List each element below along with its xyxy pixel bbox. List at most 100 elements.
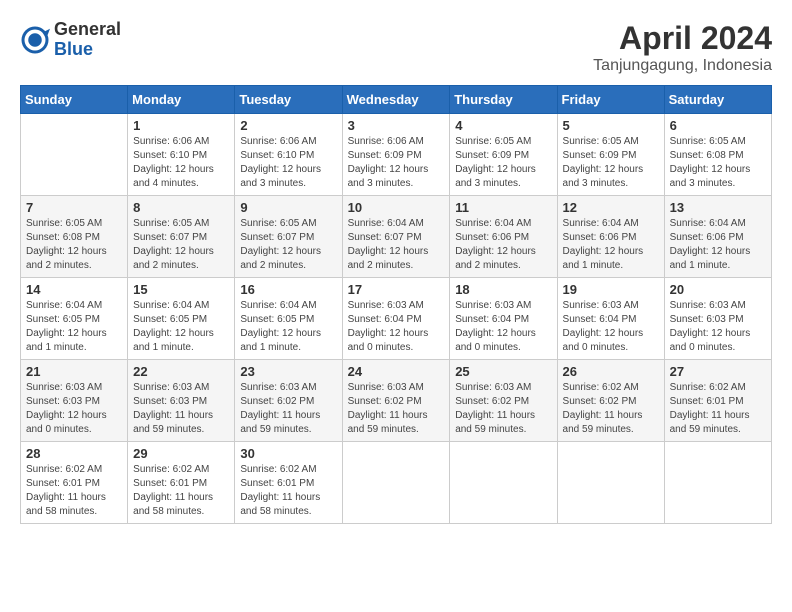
day-number: 27 (670, 364, 766, 379)
calendar-week-row: 28 Sunrise: 6:02 AM Sunset: 6:01 PM Dayli… (21, 442, 772, 524)
logo: General Blue (20, 20, 121, 60)
calendar-cell: 12Sunrise: 6:04 AM Sunset: 6:06 PM Dayli… (557, 196, 664, 278)
day-of-week-header: Saturday (664, 86, 771, 114)
calendar-cell (342, 442, 450, 524)
calendar-cell: 1 Sunrise: 6:06 AM Sunset: 6:10 PM Daylig… (128, 114, 235, 196)
calendar-week-row: 21 Sunrise: 6:03 AM Sunset: 6:03 PM Dayli… (21, 360, 772, 442)
day-number: 13 (670, 200, 766, 215)
calendar-cell: 27 Sunrise: 6:02 AM Sunset: 6:01 PM Dayli… (664, 360, 771, 442)
calendar-cell: 17 Sunrise: 6:03 AM Sunset: 6:04 PM Dayli… (342, 278, 450, 360)
day-info: Sunrise: 6:03 AM Sunset: 6:04 PM Dayligh… (455, 299, 551, 355)
day-info: Sunrise: 6:06 AM Sunset: 6:10 PM Dayligh… (133, 135, 229, 191)
day-info: Sunrise: 6:04 AM Sunset: 6:05 PM Dayligh… (133, 299, 229, 355)
title-block: April 2024 Tanjungagung, Indonesia (593, 20, 772, 75)
day-info: Sunrise: 6:03 AM Sunset: 6:02 PM Dayligh… (348, 381, 445, 437)
calendar-cell: 23Sunrise: 6:03 AM Sunset: 6:02 PM Dayli… (235, 360, 342, 442)
day-info: Sunrise: 6:02 AM Sunset: 6:02 PM Dayligh… (563, 381, 659, 437)
calendar-cell: 15 Sunrise: 6:04 AM Sunset: 6:05 PM Dayli… (128, 278, 235, 360)
calendar-cell: 29 Sunrise: 6:02 AM Sunset: 6:01 PM Dayli… (128, 442, 235, 524)
day-number: 21 (26, 364, 122, 379)
day-number: 6 (670, 118, 766, 133)
logo-icon (20, 25, 50, 55)
day-number: 19 (563, 282, 659, 297)
day-number: 10 (348, 200, 445, 215)
calendar-cell: 13 Sunrise: 6:04 AM Sunset: 6:06 PM Dayli… (664, 196, 771, 278)
day-info: Sunrise: 6:03 AM Sunset: 6:04 PM Dayligh… (348, 299, 445, 355)
calendar-cell: 18Sunrise: 6:03 AM Sunset: 6:04 PM Dayli… (450, 278, 557, 360)
calendar-cell: 22 Sunrise: 6:03 AM Sunset: 6:03 PM Dayli… (128, 360, 235, 442)
logo-blue: Blue (54, 40, 121, 60)
day-info: Sunrise: 6:05 AM Sunset: 6:08 PM Dayligh… (26, 217, 122, 273)
day-number: 30 (240, 446, 336, 461)
day-of-week-header: Wednesday (342, 86, 450, 114)
calendar-cell: 14 Sunrise: 6:04 AM Sunset: 6:05 PM Dayli… (21, 278, 128, 360)
day-info: Sunrise: 6:02 AM Sunset: 6:01 PM Dayligh… (133, 463, 229, 519)
day-of-week-header: Sunday (21, 86, 128, 114)
day-info: Sunrise: 6:04 AM Sunset: 6:07 PM Dayligh… (348, 217, 445, 273)
day-number: 2 (240, 118, 336, 133)
day-number: 7 (26, 200, 122, 215)
day-info: Sunrise: 6:02 AM Sunset: 6:01 PM Dayligh… (240, 463, 336, 519)
calendar-cell (21, 114, 128, 196)
calendar-cell: 30 Sunrise: 6:02 AM Sunset: 6:01 PM Dayli… (235, 442, 342, 524)
day-info: Sunrise: 6:04 AM Sunset: 6:06 PM Dayligh… (455, 217, 551, 273)
day-info: Sunrise: 6:03 AM Sunset: 6:03 PM Dayligh… (133, 381, 229, 437)
calendar-cell (450, 442, 557, 524)
calendar-cell: 19 Sunrise: 6:03 AM Sunset: 6:04 PM Dayli… (557, 278, 664, 360)
day-info: Sunrise: 6:05 AM Sunset: 6:09 PM Dayligh… (455, 135, 551, 191)
day-info: Sunrise: 6:06 AM Sunset: 6:09 PM Dayligh… (348, 135, 445, 191)
calendar-cell: 26 Sunrise: 6:02 AM Sunset: 6:02 PM Dayli… (557, 360, 664, 442)
calendar-cell: 9 Sunrise: 6:05 AM Sunset: 6:07 PM Daylig… (235, 196, 342, 278)
day-number: 29 (133, 446, 229, 461)
day-number: 14 (26, 282, 122, 297)
calendar-cell: 4 Sunrise: 6:05 AM Sunset: 6:09 PM Daylig… (450, 114, 557, 196)
calendar-cell: 8 Sunrise: 6:05 AM Sunset: 6:07 PM Daylig… (128, 196, 235, 278)
day-of-week-header: Friday (557, 86, 664, 114)
calendar-cell: 2 Sunrise: 6:06 AM Sunset: 6:10 PM Daylig… (235, 114, 342, 196)
day-number: 8 (133, 200, 229, 215)
page-header: General Blue April 2024 Tanjungagung, In… (20, 20, 772, 75)
day-info: Sunrise: 6:04 AM Sunset: 6:06 PM Dayligh… (670, 217, 766, 273)
day-number: 9 (240, 200, 336, 215)
day-number: 4 (455, 118, 551, 133)
day-number: 28 (26, 446, 122, 461)
calendar-cell: 20 Sunrise: 6:03 AM Sunset: 6:03 PM Dayli… (664, 278, 771, 360)
day-info: Sunrise: 6:05 AM Sunset: 6:07 PM Dayligh… (240, 217, 336, 273)
calendar-cell: 5Sunrise: 6:05 AM Sunset: 6:09 PM Daylig… (557, 114, 664, 196)
day-info: Sunrise: 6:05 AM Sunset: 6:08 PM Dayligh… (670, 135, 766, 191)
calendar-week-row: 1 Sunrise: 6:06 AM Sunset: 6:10 PM Daylig… (21, 114, 772, 196)
day-info: Sunrise: 6:06 AM Sunset: 6:10 PM Dayligh… (240, 135, 336, 191)
day-info: Sunrise: 6:03 AM Sunset: 6:04 PM Dayligh… (563, 299, 659, 355)
day-number: 22 (133, 364, 229, 379)
day-number: 20 (670, 282, 766, 297)
day-info: Sunrise: 6:03 AM Sunset: 6:03 PM Dayligh… (26, 381, 122, 437)
day-number: 16 (240, 282, 336, 297)
day-of-week-header: Thursday (450, 86, 557, 114)
day-info: Sunrise: 6:05 AM Sunset: 6:07 PM Dayligh… (133, 217, 229, 273)
logo-general: General (54, 20, 121, 40)
day-number: 12 (563, 200, 659, 215)
day-number: 1 (133, 118, 229, 133)
day-number: 5 (563, 118, 659, 133)
day-info: Sunrise: 6:03 AM Sunset: 6:02 PM Dayligh… (455, 381, 551, 437)
calendar-cell: 24Sunrise: 6:03 AM Sunset: 6:02 PM Dayli… (342, 360, 450, 442)
day-number: 15 (133, 282, 229, 297)
month-year: April 2024 (593, 20, 772, 57)
calendar-cell: 3Sunrise: 6:06 AM Sunset: 6:09 PM Daylig… (342, 114, 450, 196)
day-info: Sunrise: 6:02 AM Sunset: 6:01 PM Dayligh… (670, 381, 766, 437)
day-of-week-header: Monday (128, 86, 235, 114)
day-info: Sunrise: 6:03 AM Sunset: 6:02 PM Dayligh… (240, 381, 336, 437)
calendar-cell: 16Sunrise: 6:04 AM Sunset: 6:05 PM Dayli… (235, 278, 342, 360)
day-number: 17 (348, 282, 445, 297)
calendar-cell: 6 Sunrise: 6:05 AM Sunset: 6:08 PM Daylig… (664, 114, 771, 196)
calendar-week-row: 14 Sunrise: 6:04 AM Sunset: 6:05 PM Dayli… (21, 278, 772, 360)
calendar-table: SundayMondayTuesdayWednesdayThursdayFrid… (20, 85, 772, 524)
day-info: Sunrise: 6:02 AM Sunset: 6:01 PM Dayligh… (26, 463, 122, 519)
calendar-cell: 21 Sunrise: 6:03 AM Sunset: 6:03 PM Dayli… (21, 360, 128, 442)
day-number: 26 (563, 364, 659, 379)
calendar-header-row: SundayMondayTuesdayWednesdayThursdayFrid… (21, 86, 772, 114)
day-info: Sunrise: 6:03 AM Sunset: 6:03 PM Dayligh… (670, 299, 766, 355)
location: Tanjungagung, Indonesia (593, 57, 772, 75)
day-info: Sunrise: 6:04 AM Sunset: 6:05 PM Dayligh… (26, 299, 122, 355)
calendar-cell: 10 Sunrise: 6:04 AM Sunset: 6:07 PM Dayli… (342, 196, 450, 278)
